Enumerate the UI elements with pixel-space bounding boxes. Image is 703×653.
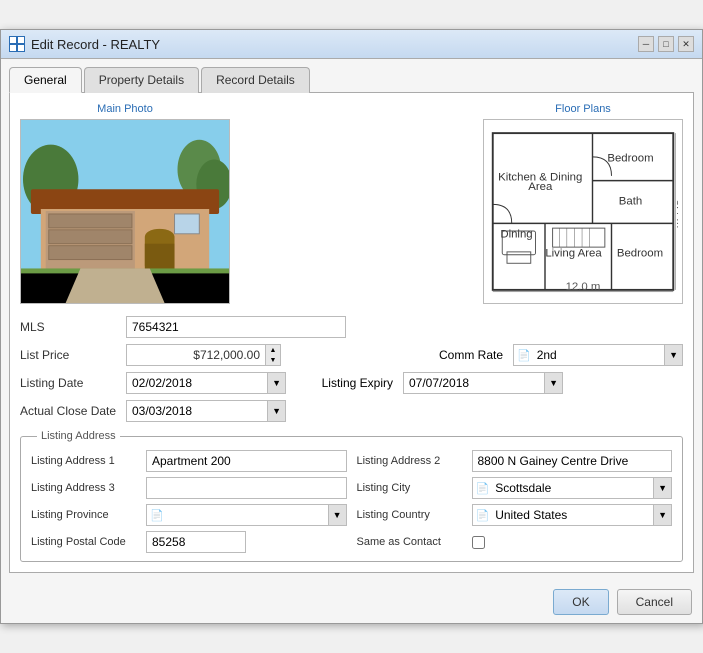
addr2-label: Listing Address 2 bbox=[357, 455, 467, 467]
main-photo-label[interactable]: Main Photo bbox=[97, 103, 153, 115]
comm-rate-select[interactable]: 📄 2nd ▼ bbox=[513, 344, 683, 366]
addr2-row: Listing Address 2 bbox=[357, 450, 673, 472]
listing-address-legend: Listing Address bbox=[37, 430, 120, 442]
tab-property-details[interactable]: Property Details bbox=[84, 67, 199, 93]
svg-text:8.4 m: 8.4 m bbox=[674, 200, 678, 229]
country-label: Listing Country bbox=[357, 509, 467, 521]
price-spinner: ▲ ▼ bbox=[266, 344, 281, 366]
province-doc-icon: 📄 bbox=[147, 509, 167, 522]
comm-rate-label: Comm Rate bbox=[427, 348, 507, 362]
country-doc-icon: 📄 bbox=[473, 509, 493, 522]
actual-close-value: 03/03/2018 bbox=[127, 401, 267, 421]
actual-close-picker[interactable]: 03/03/2018 ▼ bbox=[126, 400, 286, 422]
city-select[interactable]: 📄 Scottsdale ▼ bbox=[472, 477, 673, 499]
postal-input[interactable] bbox=[146, 531, 246, 553]
main-photo-section: Main Photo bbox=[20, 103, 230, 304]
addr3-label: Listing Address 3 bbox=[31, 482, 141, 494]
dates-row: Listing Date 02/02/2018 ▼ Listing Expiry… bbox=[20, 372, 683, 394]
price-down-button[interactable]: ▼ bbox=[266, 355, 280, 365]
floor-plan-section: Floor Plans bbox=[483, 103, 683, 304]
listing-address-fieldset: Listing Address Listing Address 1 Listin… bbox=[20, 430, 683, 562]
address-grid: Listing Address 1 Listing Address 2 List… bbox=[31, 450, 672, 553]
content-area: General Property Details Record Details … bbox=[1, 59, 702, 581]
province-value bbox=[167, 512, 328, 518]
city-value: Scottsdale bbox=[492, 478, 653, 498]
same-as-contact-checkbox[interactable] bbox=[472, 536, 485, 549]
floor-plan-box[interactable]: Kitchen & Dining Area Bedroom Bath Dinin… bbox=[483, 119, 683, 304]
addr1-row: Listing Address 1 bbox=[31, 450, 347, 472]
close-date-row: Actual Close Date 03/03/2018 ▼ bbox=[20, 400, 683, 422]
title-bar-left: Edit Record - REALTY bbox=[9, 36, 160, 52]
cancel-button[interactable]: Cancel bbox=[617, 589, 692, 615]
same-as-contact-row: Same as Contact bbox=[357, 531, 673, 553]
country-select[interactable]: 📄 United States ▼ bbox=[472, 504, 673, 526]
addr2-input[interactable] bbox=[472, 450, 673, 472]
photos-row: Main Photo bbox=[20, 103, 683, 304]
tab-general[interactable]: General bbox=[9, 67, 82, 93]
price-comm-row: List Price ▲ ▼ Comm Rate 📄 2nd ▼ bbox=[20, 344, 683, 366]
postal-label: Listing Postal Code bbox=[31, 536, 141, 548]
province-select[interactable]: 📄 ▼ bbox=[146, 504, 347, 526]
mls-input[interactable] bbox=[126, 316, 346, 338]
listing-expiry-label: Listing Expiry bbox=[302, 376, 397, 390]
postal-row: Listing Postal Code bbox=[31, 531, 347, 553]
svg-text:12.0 m: 12.0 m bbox=[566, 281, 601, 293]
addr1-input[interactable] bbox=[146, 450, 347, 472]
province-row: Listing Province 📄 ▼ bbox=[31, 504, 347, 526]
tab-bar: General Property Details Record Details bbox=[9, 67, 694, 93]
list-price-input[interactable] bbox=[126, 344, 266, 366]
minimize-button[interactable]: ─ bbox=[638, 36, 654, 52]
svg-text:Area: Area bbox=[528, 181, 553, 193]
listing-date-value: 02/02/2018 bbox=[127, 373, 267, 393]
comm-rate-arrow-icon[interactable]: ▼ bbox=[664, 345, 682, 365]
comm-rate-doc-icon: 📄 bbox=[514, 349, 534, 362]
comm-rate-value: 2nd bbox=[534, 345, 664, 365]
window-title: Edit Record - REALTY bbox=[31, 37, 160, 52]
price-wrapper: ▲ ▼ bbox=[126, 344, 411, 366]
listing-date-arrow-icon[interactable]: ▼ bbox=[267, 373, 285, 393]
close-button[interactable]: ✕ bbox=[678, 36, 694, 52]
actual-close-arrow-icon[interactable]: ▼ bbox=[267, 401, 285, 421]
listing-expiry-arrow-icon[interactable]: ▼ bbox=[544, 373, 562, 393]
svg-text:Living Area: Living Area bbox=[545, 248, 602, 260]
listing-date-label: Listing Date bbox=[20, 376, 120, 390]
country-value: United States bbox=[492, 505, 653, 525]
listing-expiry-value: 07/07/2018 bbox=[404, 373, 544, 393]
svg-text:Bedroom: Bedroom bbox=[617, 248, 663, 260]
price-up-button[interactable]: ▲ bbox=[266, 345, 280, 355]
ok-button[interactable]: OK bbox=[553, 589, 608, 615]
svg-text:Bath: Bath bbox=[619, 195, 642, 207]
city-row: Listing City 📄 Scottsdale ▼ bbox=[357, 477, 673, 499]
tab-record-details[interactable]: Record Details bbox=[201, 67, 310, 93]
maximize-button[interactable]: □ bbox=[658, 36, 674, 52]
app-icon bbox=[9, 36, 25, 52]
country-row: Listing Country 📄 United States ▼ bbox=[357, 504, 673, 526]
main-photo-box[interactable] bbox=[20, 119, 230, 304]
actual-close-label: Actual Close Date bbox=[20, 404, 120, 418]
country-arrow-icon[interactable]: ▼ bbox=[653, 505, 671, 525]
tab-content-general: Main Photo bbox=[9, 92, 694, 573]
mls-row: MLS bbox=[20, 316, 683, 338]
addr1-label: Listing Address 1 bbox=[31, 455, 141, 467]
city-label: Listing City bbox=[357, 482, 467, 494]
province-label: Listing Province bbox=[31, 509, 141, 521]
listing-expiry-picker[interactable]: 07/07/2018 ▼ bbox=[403, 372, 563, 394]
footer: OK Cancel bbox=[1, 581, 702, 623]
province-arrow-icon[interactable]: ▼ bbox=[328, 505, 346, 525]
city-arrow-icon[interactable]: ▼ bbox=[653, 478, 671, 498]
addr3-row: Listing Address 3 bbox=[31, 477, 347, 499]
addr3-input[interactable] bbox=[146, 477, 347, 499]
title-bar: Edit Record - REALTY ─ □ ✕ bbox=[1, 30, 702, 59]
mls-label: MLS bbox=[20, 320, 120, 334]
city-doc-icon: 📄 bbox=[473, 482, 493, 495]
listing-date-picker[interactable]: 02/02/2018 ▼ bbox=[126, 372, 286, 394]
title-controls: ─ □ ✕ bbox=[638, 36, 694, 52]
list-price-label: List Price bbox=[20, 348, 120, 362]
same-as-contact-wrapper bbox=[472, 536, 485, 549]
svg-text:Dining: Dining bbox=[500, 229, 532, 241]
main-window: Edit Record - REALTY ─ □ ✕ General Prope… bbox=[0, 29, 703, 624]
same-as-contact-label: Same as Contact bbox=[357, 536, 467, 548]
floor-plan-label[interactable]: Floor Plans bbox=[555, 103, 611, 115]
svg-text:Bedroom: Bedroom bbox=[607, 153, 653, 165]
